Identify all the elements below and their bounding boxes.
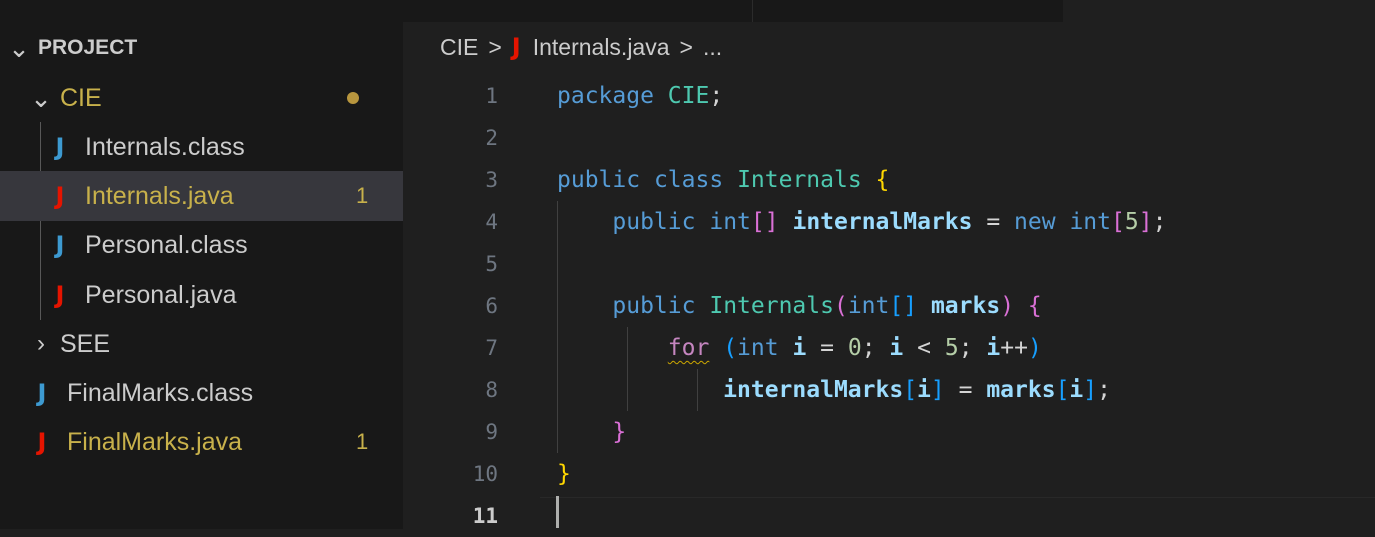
text-cursor <box>556 496 559 528</box>
file-internals-java[interactable]: J Internals.java 1 <box>0 171 403 221</box>
breadcrumb: CIE > J Internals.java > ... <box>440 33 722 61</box>
code-line-8[interactable]: internalMarks[i] = marks[i]; <box>557 369 1111 411</box>
breadcrumb-separator: > <box>679 33 693 60</box>
line-number: 10 <box>472 462 498 486</box>
java-source-file-icon: J <box>37 428 47 456</box>
folder-cie[interactable]: ⌄ CIE <box>0 73 403 123</box>
chevron-right-icon: › <box>37 330 45 357</box>
code-line-10[interactable]: } <box>557 453 571 495</box>
java-source-file-icon: J <box>511 33 521 61</box>
code-line-6[interactable]: public Internals(int[] marks) { <box>557 285 1041 327</box>
line-number: 4 <box>485 210 498 234</box>
file-finalmarks-class[interactable]: J FinalMarks.class <box>0 368 403 418</box>
java-class-file-icon: J <box>55 231 65 259</box>
code-line-1[interactable]: package CIE; <box>557 75 723 117</box>
problem-count-badge: 1 <box>356 183 369 208</box>
breadcrumb-folder[interactable]: CIE <box>440 34 478 61</box>
line-number: 9 <box>485 420 498 444</box>
file-finalmarks-java[interactable]: J FinalMarks.java 1 <box>0 417 403 467</box>
line-number: 8 <box>485 378 498 402</box>
line-number: 5 <box>485 252 498 276</box>
file-label: Internals.class <box>85 132 245 161</box>
modified-dot-icon <box>347 92 359 104</box>
breadcrumb-more[interactable]: ... <box>703 34 722 61</box>
line-number: 2 <box>485 126 498 150</box>
file-label: FinalMarks.java <box>67 427 243 456</box>
explorer-section-header[interactable]: ⌄ PROJECT <box>0 23 403 73</box>
tab-divider <box>752 0 753 22</box>
file-label: Personal.java <box>85 280 237 309</box>
breadcrumb-file[interactable]: Internals.java <box>533 34 670 61</box>
line-number: 3 <box>485 168 498 192</box>
java-source-file-icon: J <box>55 182 65 210</box>
line-number: 1 <box>485 84 498 108</box>
editor-area <box>403 0 1375 529</box>
file-personal-java[interactable]: J Personal.java <box>0 270 403 320</box>
java-class-file-icon: J <box>37 379 47 407</box>
folder-label: SEE <box>60 329 111 358</box>
line-number: 6 <box>485 294 498 318</box>
explorer-section-title: PROJECT <box>38 36 138 59</box>
chevron-down-icon: ⌄ <box>8 33 30 63</box>
code-line-7[interactable]: for (int i = 0; i < 5; i++) <box>557 327 1042 369</box>
chevron-down-icon: ⌄ <box>30 83 52 113</box>
file-label: FinalMarks.class <box>67 378 254 407</box>
code-line-4[interactable]: public int[] internalMarks = new int[5]; <box>557 201 1166 243</box>
breadcrumb-separator: > <box>488 33 502 60</box>
problem-count-badge: 1 <box>356 429 369 454</box>
folder-see[interactable]: › SEE <box>0 319 403 369</box>
file-label: Personal.class <box>85 230 248 259</box>
file-internals-class[interactable]: J Internals.class <box>0 122 403 172</box>
file-personal-class[interactable]: J Personal.class <box>0 220 403 270</box>
folder-label: CIE <box>60 83 102 112</box>
file-label: Internals.java <box>85 181 234 210</box>
line-number: 7 <box>485 336 498 360</box>
code-line-3[interactable]: public class Internals { <box>557 159 889 201</box>
code-line-9[interactable]: } <box>557 411 626 453</box>
tab-bar <box>403 0 1063 22</box>
current-line-highlight <box>540 497 1375 498</box>
java-class-file-icon: J <box>55 133 65 161</box>
line-number-active: 11 <box>472 504 498 528</box>
java-source-file-icon: J <box>55 281 65 309</box>
